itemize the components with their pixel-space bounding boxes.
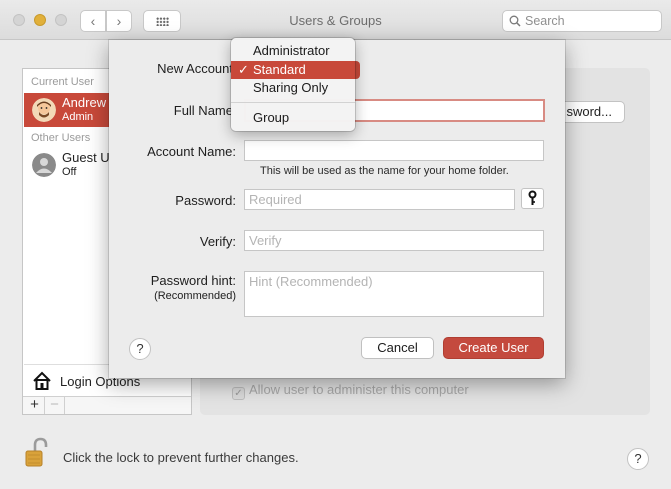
menu-item-standard[interactable]: ✓ Standard: [231, 61, 355, 79]
account-name-hint: This will be used as the name for your h…: [260, 165, 509, 177]
search-placeholder: Search: [525, 14, 565, 28]
search-input[interactable]: Search: [502, 10, 662, 32]
user-role: Admin: [62, 111, 94, 123]
menu-item-sharing-only[interactable]: Sharing Only: [231, 79, 355, 97]
password-label: Password:: [175, 193, 236, 208]
verify-label: Verify:: [199, 234, 236, 249]
menu-item-administrator[interactable]: Administrator: [231, 42, 355, 60]
other-users-header: Other Users: [31, 132, 91, 144]
password-hint-field[interactable]: Hint (Recommended): [244, 271, 544, 317]
allow-admin-label: Allow user to administer this computer: [249, 382, 469, 397]
lock-status-text: Click the lock to prevent further change…: [63, 450, 299, 465]
full-name-label: Full Name: [173, 103, 233, 118]
house-icon: [33, 371, 51, 390]
account-name-field[interactable]: [244, 140, 544, 161]
avatar: [32, 98, 56, 122]
unlocked-lock-icon[interactable]: [24, 436, 48, 468]
add-user-button[interactable]: +: [25, 397, 45, 414]
current-user-header: Current User: [31, 76, 94, 88]
guest-avatar-icon: [32, 153, 56, 177]
user-name: Andrew: [62, 95, 107, 110]
menu-item-label: Standard: [253, 62, 306, 77]
password-hint-label: Password hint:: [150, 273, 236, 288]
sheet-help-button[interactable]: ?: [129, 338, 151, 360]
account-name-label: Account Name:: [147, 144, 236, 159]
user-role: Off: [62, 166, 77, 178]
password-field[interactable]: Required: [244, 189, 515, 210]
remove-user-button[interactable]: −: [45, 397, 65, 414]
password-hint-sublabel: (Recommended): [154, 290, 236, 302]
key-icon: [528, 190, 537, 205]
help-button[interactable]: ?: [627, 448, 649, 470]
checkbox-checked-icon: ✓: [232, 387, 245, 400]
checkmark-icon: ✓: [238, 62, 249, 77]
menu-separator: [231, 102, 355, 103]
new-account-label: New Account: [157, 61, 233, 76]
verify-field[interactable]: Verify: [244, 230, 544, 251]
user-name: Guest U: [62, 150, 110, 165]
title-bar: ‹ › Users & Groups Search: [0, 0, 671, 40]
menu-item-group[interactable]: Group: [231, 109, 355, 127]
cancel-button[interactable]: Cancel: [361, 337, 434, 359]
account-type-menu: Administrator ✓ Standard Sharing Only Gro…: [231, 38, 355, 131]
list-actions-bar: + −: [23, 396, 191, 414]
create-user-button[interactable]: Create User: [443, 337, 544, 359]
allow-admin-checkbox[interactable]: ✓ Allow user to administer this computer: [232, 382, 469, 400]
password-assistant-button[interactable]: [521, 188, 544, 209]
search-icon: [509, 15, 521, 27]
